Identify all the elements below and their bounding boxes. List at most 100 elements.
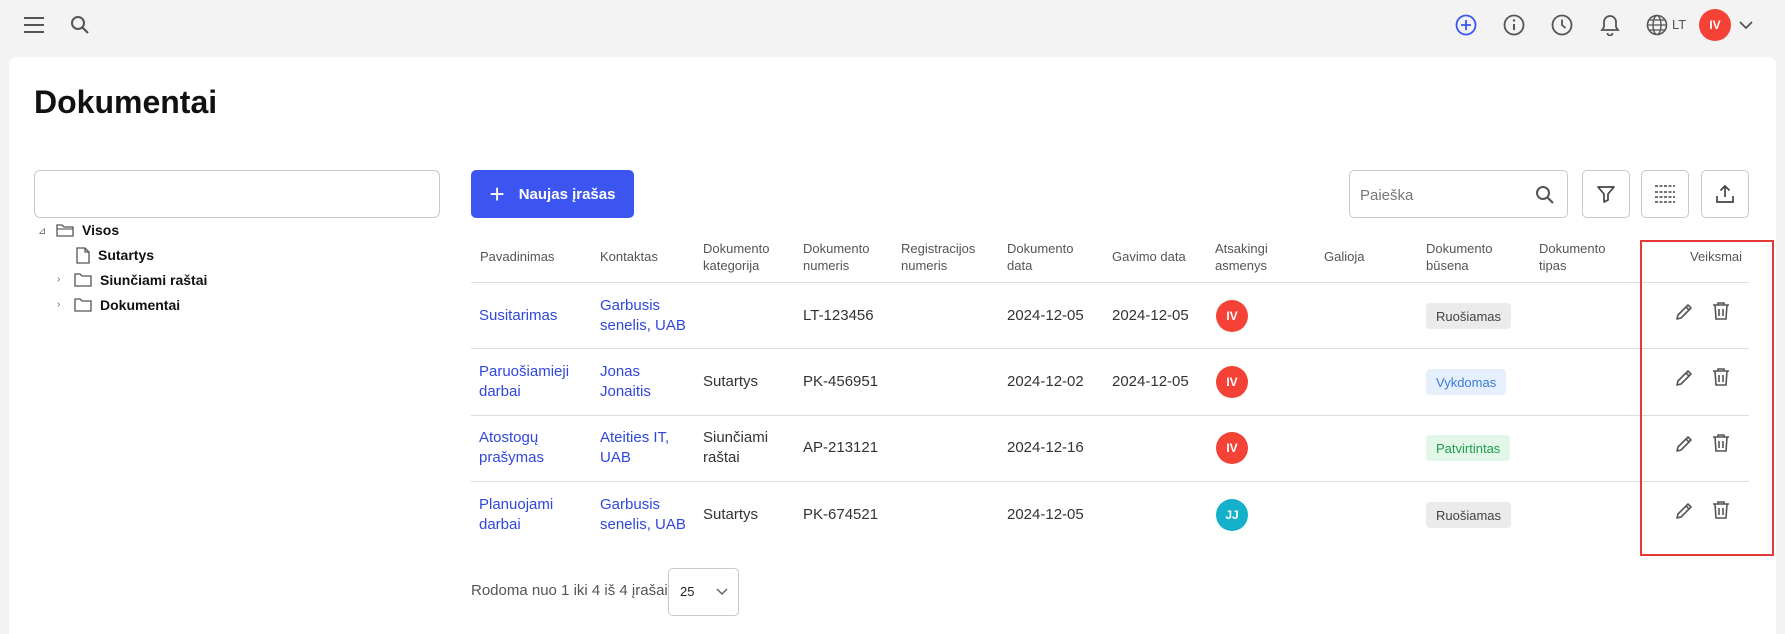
edit-button[interactable] [1672,499,1696,523]
status-badge: Patvirtintas [1426,435,1511,461]
responsible-avatar[interactable]: IV [1216,366,1248,398]
user-avatar[interactable]: IV [1699,9,1731,41]
pagination-info: Rodoma nuo 1 iki 4 iš 4 įrašai [471,582,668,599]
filter-icon [1597,186,1615,203]
row-doc-date: 2024-12-16 [1007,439,1084,456]
menu-icon[interactable] [22,13,46,37]
per-page-select[interactable]: 25 [668,568,739,616]
columns-button[interactable] [1641,170,1689,218]
column-header-status[interactable]: Dokumento būsena [1426,240,1492,274]
chevron-down-icon [716,588,728,596]
new-record-button[interactable]: + Naujas įrašas [471,170,634,218]
row-number: AP-213121 [803,439,879,456]
trash-icon [1713,302,1729,320]
column-header-name[interactable]: Pavadinimas [480,248,554,265]
row-number: PK-674521 [803,506,879,523]
trash-icon [1713,434,1729,452]
column-header-type[interactable]: Dokumento tipas [1539,240,1605,274]
search-icon[interactable] [1534,184,1556,206]
clock-icon[interactable] [1550,13,1574,37]
pencil-icon [1676,503,1692,519]
row-name[interactable]: Paruošiamieji darbai [479,362,569,402]
tree-item-label: Siunčiami raštai [100,272,208,288]
expand-icon[interactable]: › [57,274,60,285]
row-divider [471,282,1749,283]
upload-icon [1716,184,1734,203]
row-number: LT-123456 [803,307,874,324]
filter-button[interactable] [1582,170,1630,218]
row-contact[interactable]: Jonas Jonaitis [600,362,651,402]
edit-button[interactable] [1672,300,1696,324]
pencil-icon [1676,370,1692,386]
row-category: Siunčiami raštai [703,429,769,466]
column-header-doc-date[interactable]: Dokumento data [1007,240,1073,274]
delete-button[interactable] [1709,431,1733,455]
row-divider [471,348,1749,349]
delete-button[interactable] [1709,498,1733,522]
collapse-icon[interactable]: ⊿ [38,226,46,237]
column-header-number[interactable]: Dokumento numeris [803,240,869,274]
plus-icon: + [489,179,505,209]
tree-item-label: Dokumentai [100,297,181,313]
status-badge: Ruošiamas [1426,303,1512,329]
add-circle-icon[interactable] [1454,13,1478,37]
responsible-avatar[interactable]: IV [1216,300,1248,332]
tree-item-siunciami-rastai[interactable]: Siunčiami raštai [74,270,207,290]
tree-item-label: Visos [82,222,120,238]
row-category: Sutartys [703,373,759,390]
delete-button[interactable] [1709,299,1733,323]
folder-icon [74,273,92,287]
trash-icon [1713,368,1729,386]
column-header-contact[interactable]: Kontaktas [600,248,658,265]
tree-item-visos[interactable]: Visos [56,220,119,240]
file-icon [76,246,90,264]
user-initials: IV [1709,18,1721,32]
row-name[interactable]: Planuojami darbai [479,495,553,535]
chevron-down-icon[interactable] [1735,14,1757,36]
row-doc-date: 2024-12-05 [1007,307,1084,324]
column-header-reg-number[interactable]: Registracijos numeris [901,240,975,274]
pencil-icon [1676,436,1692,452]
column-header-actions: Veiksmai [1690,249,1743,264]
globe-icon[interactable] [1645,13,1669,37]
pencil-icon [1676,304,1692,320]
table-search-input[interactable] [1360,183,1520,207]
top-bar: LT IV [0,0,1785,56]
row-number: PK-456951 [803,373,879,390]
content-card [9,57,1776,634]
tree-search-input[interactable] [34,170,440,218]
tree-item-dokumentai[interactable]: Dokumentai [74,295,180,315]
trash-icon [1713,501,1729,519]
table-search-box [1349,170,1568,218]
search-icon[interactable] [68,13,92,37]
status-badge: Ruošiamas [1426,502,1512,528]
responsible-avatar[interactable]: JJ [1216,499,1248,531]
tree-item-label: Sutartys [98,247,155,263]
bell-icon[interactable] [1598,13,1622,37]
responsible-avatar[interactable]: IV [1216,432,1248,464]
row-contact[interactable]: Ateities IT, UAB [600,428,669,468]
row-category: Sutartys [703,506,759,523]
row-divider [471,481,1749,482]
edit-button[interactable] [1672,432,1696,456]
export-button[interactable] [1701,170,1749,218]
delete-button[interactable] [1709,365,1733,389]
column-header-responsible[interactable]: Atsakingi asmenys [1215,240,1268,274]
columns-icon [1655,185,1675,203]
column-header-received-date[interactable]: Gavimo data [1112,248,1186,265]
row-received-date: 2024-12-05 [1112,373,1189,390]
row-name[interactable]: Atostogų prašymas [479,428,544,468]
row-doc-date: 2024-12-02 [1007,373,1084,390]
language-code[interactable]: LT [1672,17,1686,32]
column-header-valid[interactable]: Galioja [1324,248,1364,265]
edit-button[interactable] [1672,366,1696,390]
expand-icon[interactable]: › [57,299,60,310]
row-received-date: 2024-12-05 [1112,307,1189,324]
info-icon[interactable] [1502,13,1526,37]
new-record-label: Naujas įrašas [518,185,616,203]
tree-item-sutartys[interactable]: Sutartys [76,245,154,265]
row-contact[interactable]: Garbusis senelis, UAB [600,495,686,535]
row-name[interactable]: Susitarimas [479,306,557,326]
row-contact[interactable]: Garbusis senelis, UAB [600,296,686,336]
column-header-category[interactable]: Dokumento kategorija [703,240,769,274]
